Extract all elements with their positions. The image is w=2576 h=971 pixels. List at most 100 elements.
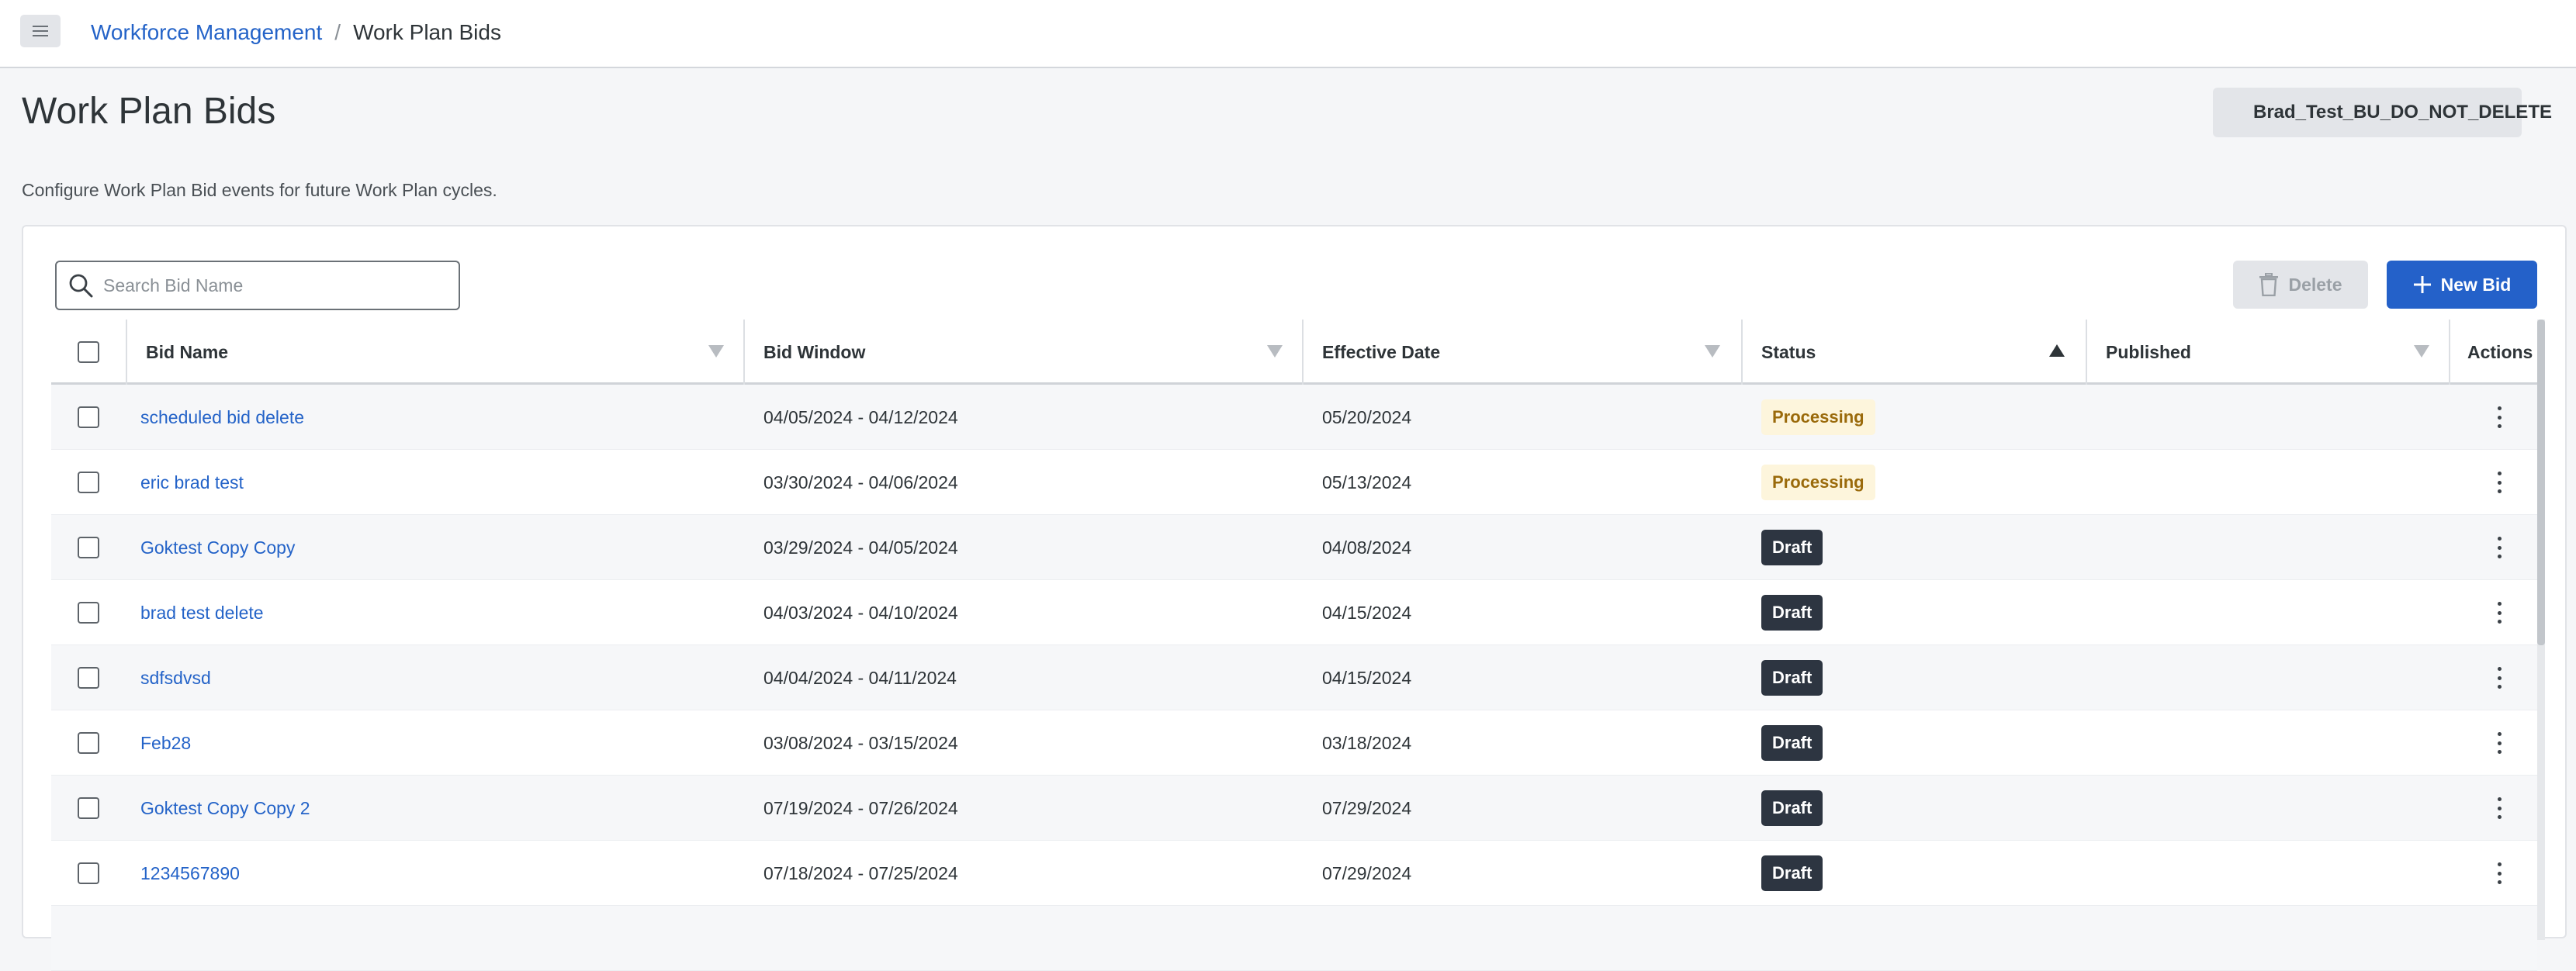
new-bid-button-label: New Bid bbox=[2440, 274, 2512, 295]
trash-icon bbox=[2259, 273, 2279, 296]
column-divider bbox=[1302, 320, 1304, 385]
delete-button[interactable]: Delete bbox=[2233, 261, 2368, 309]
effective-date-cell: 05/20/2024 bbox=[1322, 406, 1412, 427]
bid-window-cell: 04/03/2024 - 04/10/2024 bbox=[763, 602, 958, 623]
bid-window-cell: 04/04/2024 - 04/11/2024 bbox=[763, 667, 957, 688]
status-badge: Draft bbox=[1761, 790, 1823, 826]
row-actions-kebab-icon[interactable] bbox=[2491, 796, 2507, 821]
column-divider bbox=[1741, 320, 1743, 385]
bid-name-link[interactable]: sdfsdvsd bbox=[140, 668, 211, 689]
bid-window-cell: 04/05/2024 - 04/12/2024 bbox=[763, 406, 958, 427]
filter-triangle-icon[interactable] bbox=[708, 344, 725, 358]
table-row: 1234567890 07/18/2024 - 07/25/2024 07/29… bbox=[51, 841, 2537, 906]
bid-name-link[interactable]: scheduled bid delete bbox=[140, 407, 304, 428]
table-row: eric brad test 03/30/2024 - 04/06/2024 0… bbox=[51, 450, 2537, 515]
column-divider bbox=[126, 320, 127, 385]
table-body: scheduled bid delete 04/05/2024 - 04/12/… bbox=[51, 385, 2537, 971]
status-badge: Processing bbox=[1761, 465, 1875, 500]
column-header-effective-date[interactable]: Effective Date bbox=[1322, 320, 1440, 385]
row-actions-kebab-icon[interactable] bbox=[2491, 535, 2507, 560]
breadcrumb-current: Work Plan Bids bbox=[353, 20, 501, 44]
column-header-bid-name[interactable]: Bid Name bbox=[146, 320, 228, 385]
column-header-actions: Actions bbox=[2467, 341, 2533, 362]
search-input[interactable] bbox=[103, 275, 445, 296]
table-row: Goktest Copy Copy 2 07/19/2024 - 07/26/2… bbox=[51, 776, 2537, 841]
row-actions-kebab-icon[interactable] bbox=[2491, 470, 2507, 495]
bid-name-link[interactable]: Goktest Copy Copy bbox=[140, 537, 295, 558]
column-header-status[interactable]: Status bbox=[1761, 320, 1816, 385]
table-scrollbar[interactable] bbox=[2537, 320, 2545, 940]
bid-window-cell: 03/08/2024 - 03/15/2024 bbox=[763, 732, 958, 753]
row-checkbox[interactable] bbox=[78, 537, 99, 558]
page-title: Work Plan Bids bbox=[22, 91, 276, 132]
page-description: Configure Work Plan Bid events for futur… bbox=[22, 180, 497, 200]
effective-date-cell: 07/29/2024 bbox=[1322, 862, 1412, 883]
effective-date-cell: 04/15/2024 bbox=[1322, 602, 1412, 623]
status-badge: Draft bbox=[1761, 725, 1823, 761]
column-header-published[interactable]: Published bbox=[2106, 320, 2191, 385]
table-row: Goktest Copy Copy 03/29/2024 - 04/05/202… bbox=[51, 515, 2537, 580]
row-checkbox[interactable] bbox=[78, 472, 99, 493]
table-row: sdfsdvsd 04/04/2024 - 04/11/2024 04/15/2… bbox=[51, 645, 2537, 710]
row-actions-kebab-icon[interactable] bbox=[2491, 600, 2507, 625]
table-row bbox=[51, 906, 2537, 971]
bid-name-link[interactable]: 1234567890 bbox=[140, 863, 240, 884]
status-badge: Draft bbox=[1761, 855, 1823, 891]
bid-window-cell: 03/29/2024 - 04/05/2024 bbox=[763, 537, 958, 558]
table-row: brad test delete 04/03/2024 - 04/10/2024… bbox=[51, 580, 2537, 645]
table-row: Feb28 03/08/2024 - 03/15/2024 03/18/2024… bbox=[51, 710, 2537, 776]
row-checkbox[interactable] bbox=[78, 797, 99, 819]
row-checkbox[interactable] bbox=[78, 602, 99, 624]
effective-date-cell: 05/13/2024 bbox=[1322, 472, 1412, 492]
row-checkbox[interactable] bbox=[78, 862, 99, 884]
effective-date-cell: 03/18/2024 bbox=[1322, 732, 1412, 753]
bid-name-link[interactable]: Feb28 bbox=[140, 733, 191, 754]
breadcrumb: Workforce Management / Work Plan Bids bbox=[91, 17, 501, 48]
filter-triangle-icon[interactable] bbox=[2413, 344, 2430, 358]
search-icon bbox=[69, 274, 93, 298]
business-unit-label: Brad_Test_BU_DO_NOT_DELETE bbox=[2253, 102, 2552, 123]
row-actions-kebab-icon[interactable] bbox=[2491, 405, 2507, 430]
delete-button-label: Delete bbox=[2288, 274, 2342, 295]
effective-date-cell: 04/08/2024 bbox=[1322, 537, 1412, 558]
bid-window-cell: 07/18/2024 - 07/25/2024 bbox=[763, 862, 958, 883]
table-row: scheduled bid delete 04/05/2024 - 04/12/… bbox=[51, 385, 2537, 450]
bid-name-link[interactable]: eric brad test bbox=[140, 472, 244, 493]
effective-date-cell: 07/29/2024 bbox=[1322, 797, 1412, 818]
status-badge: Draft bbox=[1761, 595, 1823, 631]
new-bid-button[interactable]: New Bid bbox=[2387, 261, 2537, 309]
row-actions-kebab-icon[interactable] bbox=[2491, 731, 2507, 755]
column-divider bbox=[2449, 320, 2450, 385]
select-all-checkbox[interactable] bbox=[78, 341, 99, 363]
bid-window-cell: 03/30/2024 - 04/06/2024 bbox=[763, 472, 958, 492]
bid-name-link[interactable]: brad test delete bbox=[140, 603, 264, 624]
bids-card: Delete New Bid Bid Name Bid Window Effec… bbox=[22, 225, 2567, 971]
column-divider bbox=[743, 320, 745, 385]
column-header-bid-window[interactable]: Bid Window bbox=[763, 320, 865, 385]
column-divider bbox=[2086, 320, 2087, 385]
breadcrumb-separator: / bbox=[334, 20, 341, 44]
hamburger-menu-icon bbox=[33, 26, 48, 36]
scrollbar-thumb[interactable] bbox=[2537, 320, 2545, 645]
row-checkbox[interactable] bbox=[78, 732, 99, 754]
bid-name-link[interactable]: Goktest Copy Copy 2 bbox=[140, 798, 310, 819]
business-unit-selector[interactable]: Brad_Test_BU_DO_NOT_DELETE bbox=[2213, 88, 2552, 137]
filter-triangle-icon[interactable] bbox=[1266, 344, 1283, 358]
menu-toggle-button[interactable] bbox=[20, 15, 61, 47]
row-checkbox[interactable] bbox=[78, 667, 99, 689]
status-badge: Draft bbox=[1761, 530, 1823, 565]
row-actions-kebab-icon[interactable] bbox=[2491, 665, 2507, 690]
row-checkbox[interactable] bbox=[78, 406, 99, 428]
search-box[interactable] bbox=[55, 261, 460, 310]
row-actions-kebab-icon[interactable] bbox=[2491, 861, 2507, 886]
breadcrumb-workforce-management-link[interactable]: Workforce Management bbox=[91, 20, 322, 45]
effective-date-cell: 04/15/2024 bbox=[1322, 667, 1412, 688]
sort-ascending-icon[interactable] bbox=[2048, 343, 2065, 358]
bid-window-cell: 07/19/2024 - 07/26/2024 bbox=[763, 797, 958, 818]
status-badge: Draft bbox=[1761, 660, 1823, 696]
plus-icon bbox=[2413, 276, 2431, 293]
bids-table: Bid Name Bid Window Effective Date Statu… bbox=[51, 320, 2537, 971]
top-bar: Workforce Management / Work Plan Bids bbox=[0, 0, 2576, 68]
table-header: Bid Name Bid Window Effective Date Statu… bbox=[51, 320, 2537, 385]
filter-triangle-icon[interactable] bbox=[1704, 344, 1721, 358]
